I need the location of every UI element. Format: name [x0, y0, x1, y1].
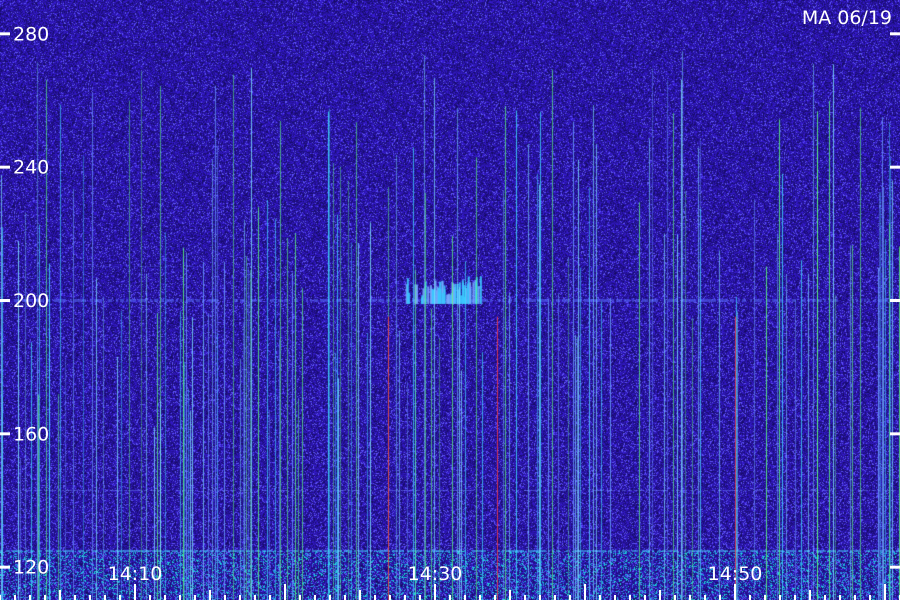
x-tick-3 [29, 595, 31, 600]
x-tick-18 [254, 595, 256, 600]
y-tick-left-200 [0, 299, 10, 302]
x-tick-4 [44, 595, 46, 600]
x-tick-5 [59, 590, 61, 600]
x-tick-52 [764, 595, 766, 600]
x-tick-31 [449, 595, 451, 600]
x-tick-32 [464, 595, 466, 600]
y-tick-label-240: 240 [13, 157, 49, 179]
x-tick-33 [479, 595, 481, 600]
x-tick-1 [0, 595, 1, 600]
y-axis: 280 240 200 160 120 [0, 23, 900, 579]
y-tick-left-120 [0, 565, 10, 569]
x-tick-40 [584, 584, 586, 600]
x-tick-7 [89, 595, 91, 600]
x-tick-42 [614, 595, 616, 600]
y-tick-label-120: 120 [13, 557, 49, 579]
x-tick-59 [869, 595, 871, 600]
x-tick-49 [719, 595, 721, 600]
axis-overlay: MA 06/19 280 240 200 160 120 14:10 14:30 14:50 [0, 7, 900, 600]
x-tick-19 [269, 595, 271, 600]
x-tick-13 [179, 595, 181, 600]
x-tick-36 [524, 595, 526, 600]
y-tick-right-240 [890, 165, 900, 169]
x-tick-25 [359, 590, 361, 600]
x-tick-24 [344, 595, 346, 600]
y-tick-right-280 [890, 32, 900, 36]
x-tick-21 [299, 595, 301, 600]
x-tick-56 [824, 595, 826, 600]
x-tick-43 [629, 595, 631, 600]
x-tick-58 [854, 595, 856, 600]
x-tick-38 [554, 595, 556, 600]
x-tick-20 [284, 584, 286, 600]
x-tick-60 [884, 584, 886, 600]
x-tick-2 [14, 595, 16, 600]
x-tick-29 [419, 595, 421, 600]
y-tick-label-280: 280 [13, 23, 49, 45]
x-tick-10 [134, 584, 136, 600]
x-tick-57 [839, 595, 841, 600]
x-tick-48 [704, 595, 706, 600]
x-tick-47 [689, 595, 691, 600]
x-tick-27 [389, 595, 391, 600]
x-tick-8 [104, 595, 106, 600]
y-tick-left-280 [0, 32, 10, 36]
x-tick-14 [194, 595, 196, 600]
x-tick-9 [119, 595, 121, 600]
x-tick-label-14:50: 14:50 [708, 563, 763, 585]
x-tick-26 [374, 595, 376, 600]
y-tick-right-120 [890, 565, 900, 569]
x-tick-22 [314, 595, 316, 600]
x-tick-label-14:10: 14:10 [108, 563, 163, 585]
x-tick-11 [149, 595, 151, 600]
x-tick-55 [809, 590, 811, 600]
x-tick-44 [644, 595, 646, 600]
y-tick-label-160: 160 [13, 423, 49, 445]
x-tick-label-14:30: 14:30 [408, 563, 463, 585]
x-tick-12 [164, 595, 166, 600]
x-tick-28 [404, 595, 406, 600]
x-tick-30 [434, 584, 436, 600]
x-tick-51 [749, 595, 751, 600]
x-tick-50 [734, 584, 736, 600]
x-tick-41 [599, 595, 601, 600]
y-tick-left-160 [0, 432, 10, 436]
x-tick-45 [659, 590, 661, 600]
y-tick-right-200 [890, 299, 900, 302]
x-tick-6 [74, 595, 76, 600]
date-stamp: MA 06/19 [802, 7, 892, 29]
y-tick-label-200: 200 [13, 290, 49, 312]
y-tick-right-160 [890, 432, 900, 436]
x-tick-37 [539, 595, 541, 600]
x-tick-16 [224, 595, 226, 600]
x-tick-17 [239, 595, 241, 600]
x-tick-39 [569, 595, 571, 600]
x-tick-34 [494, 595, 496, 600]
x-tick-46 [674, 595, 676, 600]
x-tick-54 [794, 595, 796, 600]
x-tick-23 [329, 595, 331, 600]
x-axis: 14:10 14:30 14:50 [0, 563, 900, 600]
spectrogram: MA 06/19 280 240 200 160 120 14:10 14:30 14:50 [0, 0, 900, 600]
x-tick-35 [509, 590, 511, 600]
x-tick-15 [209, 590, 211, 600]
x-tick-53 [779, 595, 781, 600]
y-tick-left-240 [0, 165, 10, 169]
